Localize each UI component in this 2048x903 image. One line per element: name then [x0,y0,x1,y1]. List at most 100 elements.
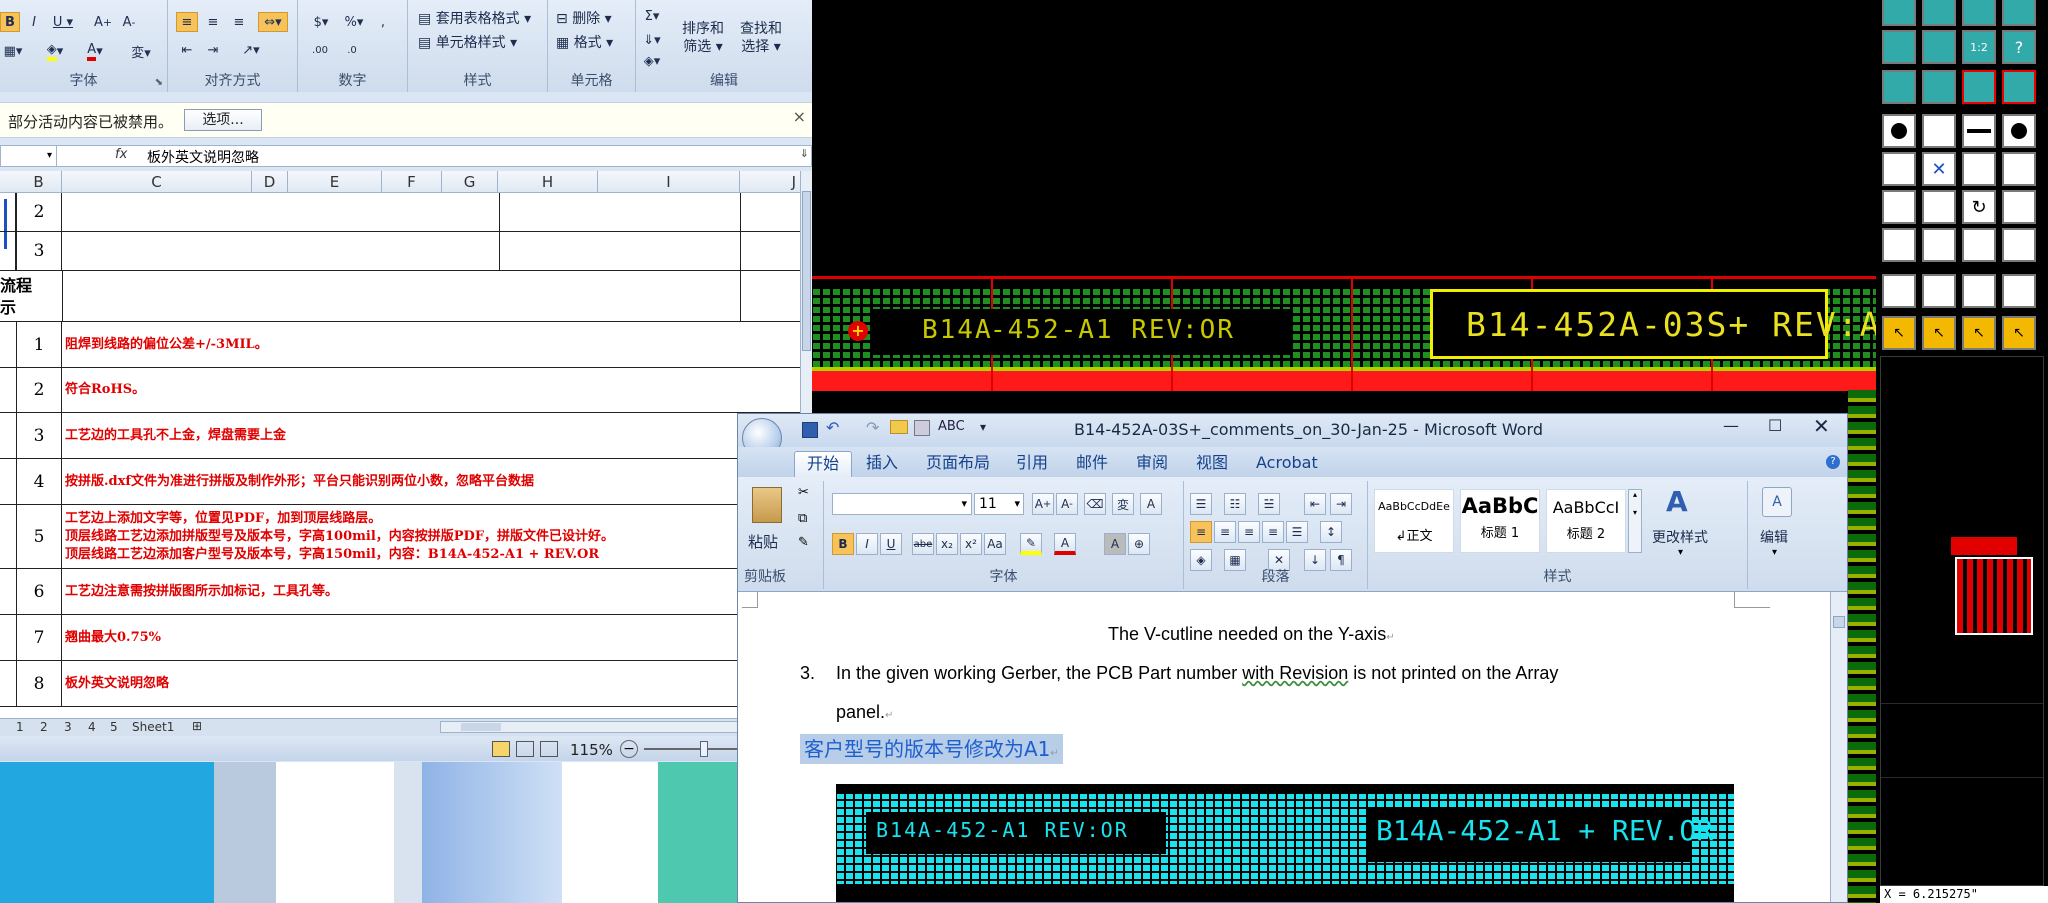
justify-button[interactable]: ≡ [1262,521,1284,543]
redo-icon[interactable]: ↷ [866,418,879,437]
editing-dropdown-icon[interactable]: ▾ [1772,547,1777,558]
decrease-indent-button[interactable]: ⇤ [176,40,198,60]
tab-insert[interactable]: 插入 [854,451,910,477]
tool-icon[interactable] [1922,228,1956,262]
tool-icon[interactable] [1882,0,1916,26]
orientation-button[interactable]: ↗▾ [234,40,268,60]
page-layout-view-icon[interactable] [516,741,534,757]
tool-icon[interactable] [2002,228,2036,262]
select-arrow-icon[interactable]: ↖ [1882,316,1916,350]
change-styles-icon[interactable]: A [1666,485,1688,518]
tool-icon[interactable] [1882,190,1916,224]
zoom-slider-thumb[interactable] [700,741,708,757]
tab-view[interactable]: 视图 [1184,451,1240,477]
tab-home[interactable]: 开始 [794,451,853,477]
change-styles-button[interactable]: 更改样式 [1652,527,1708,547]
tool-icon[interactable] [1882,152,1916,186]
increase-indent-button[interactable]: ⇥ [202,40,224,60]
minimize-button[interactable]: — [1723,416,1739,435]
close-message-icon[interactable]: × [793,107,806,126]
expand-formula-icon[interactable]: ⇓ [800,147,809,160]
tab-mailings[interactable]: 邮件 [1064,451,1120,477]
column-header[interactable]: B [16,171,62,193]
underline-button[interactable]: U [880,533,902,555]
column-header[interactable]: I [598,171,740,193]
clear-format-icon[interactable]: ⌫ [1084,493,1106,515]
distribute-button[interactable]: ☰ [1286,521,1308,543]
comma-button[interactable]: , [372,12,394,32]
sort-filter-button[interactable]: 排序和 筛选 ▾ [676,20,730,56]
superscript-button[interactable]: x² [960,533,982,555]
style-heading-2[interactable]: AaBbCcI 标题 2 [1546,489,1626,553]
save-icon[interactable] [802,422,818,438]
horizontal-scrollbar[interactable] [440,721,740,733]
styles-scroll[interactable]: ▴ ▾ [1628,489,1642,553]
highlight-button[interactable]: ✎ [1020,533,1042,555]
dialog-launcher-icon[interactable]: ⬊ [155,77,163,88]
page-break-view-icon[interactable] [540,741,558,757]
maximize-button[interactable]: ☐ [1768,416,1782,435]
fx-button[interactable]: fx [115,147,127,162]
tool-icon[interactable] [1882,70,1916,104]
line-spacing-button[interactable]: ↕ [1320,521,1342,543]
tab-acrobat[interactable]: Acrobat [1244,451,1330,477]
fill-button[interactable]: ⇓▾ [640,30,664,50]
char-border-icon[interactable]: A [1140,493,1162,515]
decrease-decimal-button[interactable]: .0 [338,40,366,60]
column-header[interactable]: H [498,171,598,193]
grow-font-button[interactable]: A + [92,12,114,32]
tool-icon[interactable] [2002,0,2036,26]
tool-icon[interactable] [1922,114,1956,148]
zoom-out-icon[interactable]: − [620,740,638,758]
merge-center-button[interactable]: ⇔▾ [258,12,288,32]
select-arrow-icon[interactable]: ↖ [1922,316,1956,350]
clear-button[interactable]: ◈▾ [640,54,664,69]
char-shading-icon[interactable]: A [1104,533,1126,555]
tool-icon[interactable] [2002,152,2036,186]
line-icon[interactable] [1962,114,1996,148]
column-header[interactable]: G [442,171,498,193]
shrink-font-button[interactable]: A- [118,12,140,32]
font-size-box[interactable]: 11 ▾ [974,493,1024,515]
currency-button[interactable]: $▾ [306,12,336,32]
format-cells-button[interactable]: ▦ 格式 ▾ [556,32,613,52]
format-as-table-button[interactable]: ▤ 套用表格格式 ▾ [418,8,531,28]
tool-icon[interactable] [1922,190,1956,224]
numbering-button[interactable]: ☷ [1224,493,1246,515]
multilevel-button[interactable]: ☱ [1258,493,1280,515]
select-arrow-icon[interactable]: ↖ [2002,316,2036,350]
undo-icon[interactable]: ↶ [826,418,839,437]
sheet-tab[interactable]: Sheet1 [132,720,174,734]
tool-icon[interactable] [1922,0,1956,26]
editing-icon[interactable]: A [1762,487,1792,517]
paste-icon[interactable] [752,487,782,523]
tool-icon[interactable] [2002,274,2036,308]
borders-button[interactable]: ▦▾ [0,40,26,62]
align-center-button[interactable]: ≡ [1214,521,1236,543]
circle-icon[interactable] [2002,114,2036,148]
decrease-indent-button[interactable]: ⇤ [1304,493,1326,515]
normal-view-icon[interactable] [492,741,510,757]
sheet-tab[interactable]: 3 [64,720,72,734]
print-icon[interactable] [914,420,930,436]
tool-icon[interactable] [1962,274,1996,308]
spreadsheet-grid[interactable]: 2 3 流程 示 1 阻焊到线路的偏位公差+/-3MIL。 2 符合RoHS。 … [0,193,800,718]
underline-button[interactable]: U ▾ [48,12,78,32]
align-left-button[interactable]: ≡ [176,12,198,32]
tool-icon[interactable] [1962,0,1996,26]
name-box[interactable]: ▾ [1,146,57,166]
word-vertical-scrollbar[interactable] [1830,592,1847,902]
help-icon[interactable]: ? [1826,455,1840,469]
font-name-box[interactable]: ▾ [832,493,972,515]
spell-check-icon[interactable]: ABC [938,419,965,434]
cross-icon[interactable]: ✕ [1922,152,1956,186]
copy-icon[interactable]: ⧉ [798,511,807,526]
increase-indent-button[interactable]: ⇥ [1330,493,1352,515]
pad-icon[interactable] [1882,114,1916,148]
tab-page-layout[interactable]: 页面布局 [914,451,1002,477]
scale-1-2-icon[interactable]: 1:2 [1962,30,1996,64]
change-styles-dropdown-icon[interactable]: ▾ [1678,547,1683,558]
tool-icon[interactable] [1962,228,1996,262]
italic-button[interactable]: I [24,12,44,32]
align-right-button[interactable]: ≡ [1238,521,1260,543]
